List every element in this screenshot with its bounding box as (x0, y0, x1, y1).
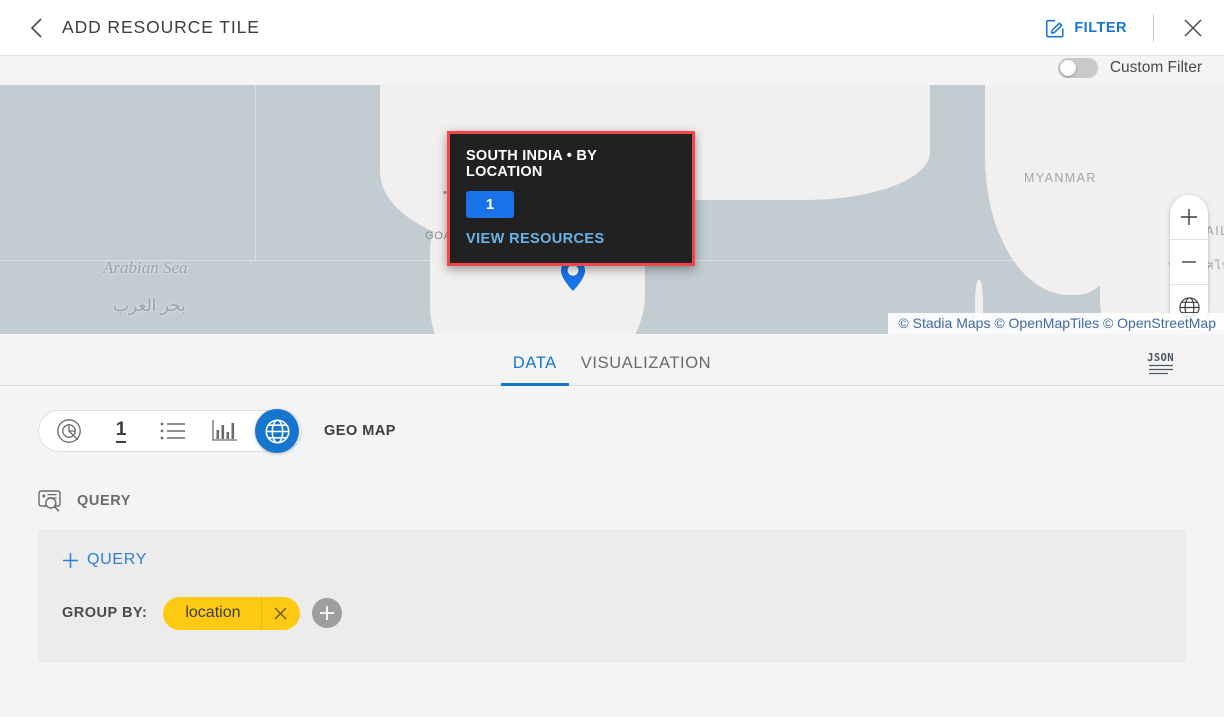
popup-title: SOUTH INDIA • BY LOCATION (466, 148, 676, 180)
tab-bar: DATA VISUALIZATION JSON (0, 334, 1224, 386)
popup-count-badge[interactable]: 1 (466, 191, 514, 218)
query-section-header: QUERY (38, 490, 1186, 512)
plus-icon (318, 604, 336, 622)
add-group-by-button[interactable] (312, 598, 342, 628)
viz-option-bar-chart[interactable] (199, 410, 251, 452)
custom-filter-toggle[interactable] (1058, 58, 1098, 78)
visualization-selected-label: GEO MAP (324, 423, 396, 439)
geo-map[interactable]: Arabian Sea بحر العرب Andaman Sea • KOLH… (0, 85, 1224, 334)
viz-option-single-value[interactable]: 1 (95, 410, 147, 452)
edit-square-icon (1044, 17, 1066, 39)
close-icon (273, 606, 288, 621)
tab-visualization[interactable]: VISUALIZATION (569, 354, 723, 385)
custom-filter-label: Custom Filter (1110, 59, 1202, 77)
donut-chart-icon (56, 418, 82, 444)
viz-option-single-value-label: 1 (116, 420, 127, 443)
custom-filter-toggle-group[interactable]: Custom Filter (1058, 58, 1202, 78)
map-popup: SOUTH INDIA • BY LOCATION 1 VIEW RESOURC… (447, 131, 695, 266)
map-country-label: MYANMAR (1024, 171, 1097, 185)
list-icon (160, 421, 186, 441)
zoom-out-button[interactable] (1170, 240, 1208, 284)
json-label: JSON (1147, 352, 1174, 364)
back-button[interactable] (22, 14, 50, 42)
query-search-icon (38, 490, 64, 512)
view-resources-link[interactable]: VIEW RESOURCES (466, 231, 676, 247)
map-grid-line (255, 85, 256, 260)
viz-option-geo-map[interactable] (255, 409, 299, 453)
chip-remove-button[interactable] (261, 597, 300, 630)
panel-body: 1 (0, 386, 1224, 717)
map-controls (1170, 195, 1208, 329)
tab-data[interactable]: DATA (501, 354, 569, 385)
map-attribution[interactable]: © Stadia Maps © OpenMapTiles © OpenStree… (888, 313, 1224, 334)
viz-option-pie-chart[interactable] (43, 410, 95, 452)
visualization-selector-row: 1 (38, 386, 1186, 452)
query-section-label: QUERY (77, 493, 131, 509)
filter-label: FILTER (1074, 20, 1127, 36)
close-button[interactable] (1180, 15, 1206, 41)
add-query-button[interactable]: QUERY (62, 551, 147, 569)
plus-icon (1179, 207, 1199, 227)
page-header: ADD RESOURCE TILE FILTER (0, 0, 1224, 56)
visualization-options: 1 (38, 410, 302, 452)
group-by-label: GROUP BY: (62, 605, 147, 621)
bar-chart-icon (212, 419, 238, 443)
zoom-in-button[interactable] (1170, 195, 1208, 239)
page-title: ADD RESOURCE TILE (62, 17, 260, 38)
chip-label: location (163, 604, 260, 622)
plus-icon (62, 552, 79, 569)
add-query-label: QUERY (87, 551, 147, 569)
chevron-left-icon (28, 16, 45, 40)
query-card: QUERY GROUP BY: location (38, 529, 1186, 663)
map-sea-label: Arabian Sea (103, 258, 188, 278)
header-actions: FILTER (1044, 14, 1206, 42)
custom-filter-bar: Custom Filter (0, 56, 1224, 85)
map-sea-label-arabic: بحر العرب (113, 296, 186, 316)
header-divider (1153, 14, 1154, 42)
close-icon (1181, 16, 1205, 40)
minus-icon (1179, 252, 1199, 272)
json-lines-icon (1149, 364, 1173, 375)
viz-option-list[interactable] (147, 410, 199, 452)
json-view-button[interactable]: JSON (1147, 352, 1174, 375)
group-by-chip-location[interactable]: location (163, 597, 299, 630)
group-by-row: GROUP BY: location (62, 597, 1162, 630)
filter-button[interactable]: FILTER (1044, 17, 1127, 39)
globe-icon (264, 418, 291, 445)
